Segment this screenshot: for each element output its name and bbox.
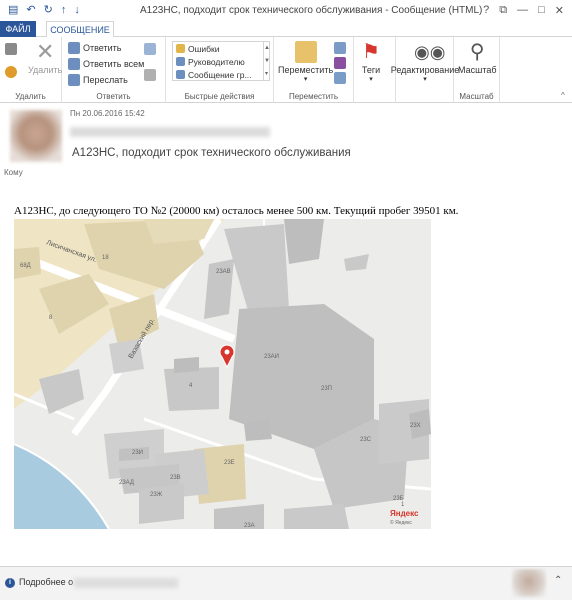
reply-all-icon xyxy=(68,58,80,70)
magnifier-icon: ⚲ xyxy=(469,41,485,63)
map-label-23x: 23Х xyxy=(410,423,421,429)
maximize-icon[interactable]: □ xyxy=(538,4,545,17)
yandex-logo[interactable]: Яндекс xyxy=(390,509,419,518)
junk-icon[interactable] xyxy=(5,66,17,78)
reply-button[interactable]: Ответить xyxy=(68,42,121,54)
map-label-68d: 68Д xyxy=(20,263,31,269)
redo-icon[interactable]: ↻ xyxy=(44,5,53,16)
editing-button[interactable]: ◉◉ Редактирование ▾ xyxy=(390,41,460,83)
actions-icon[interactable] xyxy=(334,72,346,84)
contact-thumbnail[interactable] xyxy=(512,569,546,597)
ignore-icon[interactable] xyxy=(5,43,17,55)
tab-file[interactable]: ФАЙЛ xyxy=(0,21,36,37)
yandex-copyright: © Яндекс xyxy=(390,519,412,526)
up-icon[interactable]: ↑ xyxy=(61,5,67,16)
info-icon[interactable]: i xyxy=(5,578,15,588)
folder-icon xyxy=(294,41,317,63)
title-bar: ▤ ↶ ↻ ↑ ↓ A123HC, подходит срок техничес… xyxy=(0,0,572,21)
save-icon[interactable]: ▤ xyxy=(8,5,18,16)
ribbon-tabs: ФАЙЛ СООБЩЕНИЕ xyxy=(0,21,572,38)
map-label-23a: 23А xyxy=(244,523,255,529)
window-title: A123HC, подходит срок технического обслу… xyxy=(140,5,483,16)
ribbon-display-icon[interactable]: ⧉ xyxy=(499,4,507,17)
down-icon[interactable]: ↓ xyxy=(74,5,80,16)
onenote-icon[interactable] xyxy=(334,57,346,69)
sender-name[interactable] xyxy=(70,127,270,137)
map-label-23zh: 23Ж xyxy=(150,492,163,498)
delete-button[interactable]: ✕ Удалить xyxy=(28,39,62,76)
quick-step-item[interactable]: Сообщение гр... xyxy=(173,68,263,81)
forward-button[interactable]: Переслать xyxy=(68,74,128,86)
binoculars-icon: ◉◉ xyxy=(414,42,446,62)
move-button[interactable]: Переместить ▾ xyxy=(278,41,333,83)
more-about-name[interactable] xyxy=(74,578,178,588)
delete-icon: ✕ xyxy=(35,39,55,64)
map-label-23p: 23П xyxy=(321,386,332,392)
group-delete: ✕ Удалить Удалить xyxy=(0,37,62,103)
more-about-label: Подробнее о xyxy=(19,577,74,587)
map-label-23e: 23Е xyxy=(224,460,235,466)
flag-icon: ⚑ xyxy=(362,41,380,63)
group-editing: ◉◉ Редактирование ▾ xyxy=(391,37,459,103)
undo-icon[interactable]: ↶ xyxy=(26,5,35,16)
close-icon[interactable]: ✕ xyxy=(555,4,564,17)
group-zoom: ⚲ Масштаб Масштаб xyxy=(454,37,500,103)
sender-avatar xyxy=(10,110,62,162)
to-label: Кому xyxy=(4,168,23,177)
map-label-23s: 23С xyxy=(360,437,372,443)
quick-steps-scroll[interactable]: ▲ ▼ ▾ xyxy=(264,41,270,81)
message-subject: A123HC, подходит срок технического обслу… xyxy=(72,147,351,159)
map-label-23av: 23АВ xyxy=(216,269,231,275)
ribbon: ✕ Удалить Удалить Ответить Ответить всем… xyxy=(0,37,572,103)
zoom-button[interactable]: ⚲ Масштаб xyxy=(458,41,497,75)
message-body-text: A123HC, до следующего ТО №2 (20000 км) о… xyxy=(14,205,459,217)
map-label-18: 18 xyxy=(102,255,109,261)
minimize-icon[interactable]: — xyxy=(517,4,528,17)
reply-icon xyxy=(68,42,80,54)
group-respond: Ответить Ответить всем Переслать Ответит… xyxy=(62,37,166,103)
quick-step-item[interactable]: Ошибки xyxy=(173,42,263,55)
forward-icon xyxy=(68,74,80,86)
tab-message[interactable]: СООБЩЕНИЕ xyxy=(46,21,114,38)
map-label-23ad: 23АД xyxy=(119,480,134,486)
help-icon[interactable]: ? xyxy=(483,4,489,17)
more-respond-icon[interactable] xyxy=(144,69,156,81)
meeting-icon[interactable] xyxy=(144,43,156,55)
group-move: Переместить ▾ Переместить xyxy=(274,37,354,103)
message-date: Пн 20.06.2016 15:42 xyxy=(70,109,145,118)
collapse-ribbon-icon[interactable]: ^ xyxy=(561,91,565,100)
tags-button[interactable]: ⚑ Теги ▾ xyxy=(360,41,382,83)
quick-steps-gallery: Ошибки Руководителю Сообщение гр... xyxy=(172,41,264,81)
chevron-up-icon[interactable]: ⌃ xyxy=(554,575,562,586)
map-label-23ai: 23АИ xyxy=(264,354,279,360)
map-label-23i: 23И xyxy=(132,450,143,456)
reply-all-button[interactable]: Ответить всем xyxy=(68,58,144,70)
people-pane: i Подробнее о ⌃ xyxy=(0,567,572,600)
map-image[interactable]: 68Д 18 8 4 23АВ 23АИ 23П 23С 23Х 23И 23В… xyxy=(14,219,431,529)
map-label-23v: 23В xyxy=(170,475,181,481)
quick-step-item[interactable]: Руководителю xyxy=(173,55,263,68)
rules-icon[interactable] xyxy=(334,42,346,54)
quick-access-toolbar: ▤ ↶ ↻ ↑ ↓ xyxy=(0,5,140,16)
